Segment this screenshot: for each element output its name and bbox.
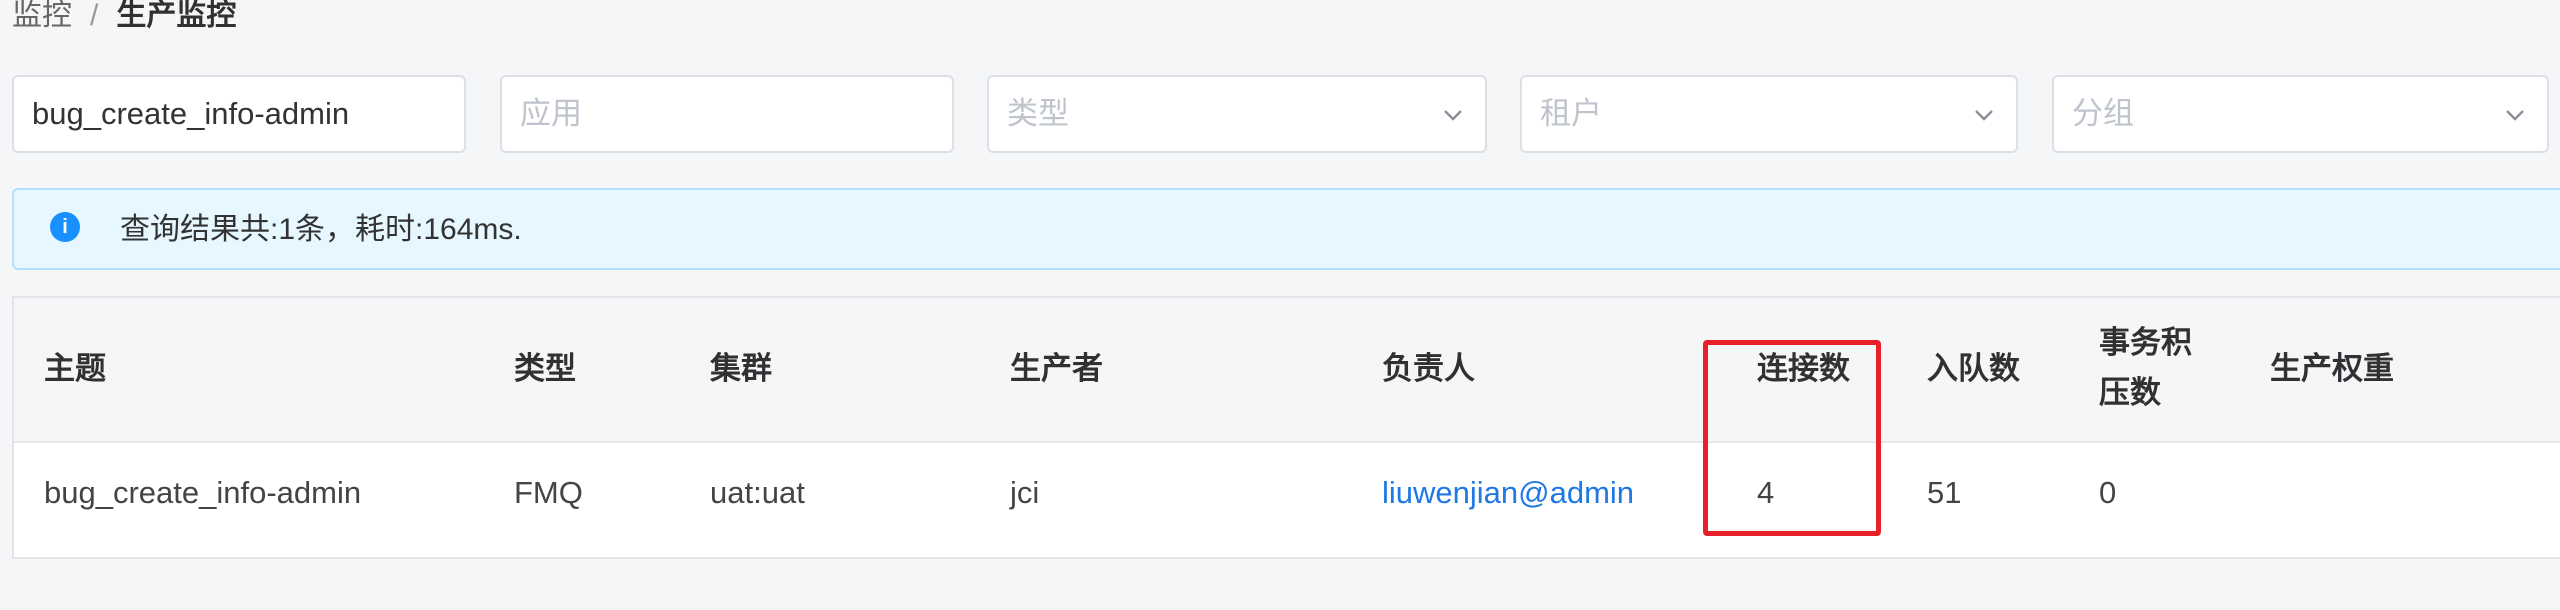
header-type[interactable]: 类型 bbox=[514, 346, 576, 392]
tenant-select-placeholder: 租户 bbox=[1540, 96, 1602, 131]
header-backlog-line2[interactable]: 压数 bbox=[2099, 370, 2161, 416]
chevron-down-icon bbox=[1975, 110, 1993, 121]
app-input[interactable]: 应用 bbox=[500, 75, 954, 153]
query-result-message: 查询结果共:1条，耗时:164ms. bbox=[120, 213, 522, 246]
topic-input-value: bug_create_info-admin bbox=[32, 96, 350, 131]
cell-producer: jci bbox=[1010, 475, 1040, 510]
chevron-down-icon bbox=[1444, 110, 1462, 121]
app-input-placeholder: 应用 bbox=[520, 96, 582, 131]
tenant-select[interactable]: 租户 bbox=[1520, 75, 2018, 153]
connections-highlight-box bbox=[1703, 340, 1881, 536]
chevron-down-icon bbox=[2506, 110, 2524, 121]
header-topic[interactable]: 主题 bbox=[44, 346, 106, 392]
owner-link[interactable]: liuwenjian@admin bbox=[1382, 470, 1634, 516]
cell-topic: bug_create_info-admin bbox=[44, 475, 362, 510]
breadcrumb-parent[interactable]: 监控 bbox=[12, 0, 72, 32]
header-enqueue[interactable]: 入队数 bbox=[1927, 346, 2020, 392]
breadcrumb: 监控 / 生产监控 bbox=[12, 0, 236, 36]
query-result-alert: i 查询结果共:1条，耗时:164ms. bbox=[12, 188, 2560, 270]
info-icon: i bbox=[50, 212, 80, 242]
cell-type: FMQ bbox=[514, 475, 583, 510]
breadcrumb-separator: / bbox=[90, 0, 99, 32]
group-select-placeholder: 分组 bbox=[2072, 96, 2134, 131]
cell-backlog: 0 bbox=[2099, 475, 2117, 510]
header-weight[interactable]: 生产权重 bbox=[2270, 346, 2394, 392]
header-owner[interactable]: 负责人 bbox=[1382, 346, 1475, 392]
type-select-placeholder: 类型 bbox=[1007, 96, 1069, 131]
type-select[interactable]: 类型 bbox=[987, 75, 1487, 153]
header-producer[interactable]: 生产者 bbox=[1010, 346, 1103, 392]
header-backlog-line1[interactable]: 事务积 bbox=[2099, 320, 2192, 366]
cell-enqueue: 51 bbox=[1927, 475, 1962, 510]
breadcrumb-current: 生产监控 bbox=[116, 0, 237, 32]
cell-cluster: uat:uat bbox=[710, 475, 805, 510]
topic-input[interactable]: bug_create_info-admin bbox=[12, 75, 466, 153]
group-select[interactable]: 分组 bbox=[2052, 75, 2549, 153]
header-cluster[interactable]: 集群 bbox=[710, 346, 772, 392]
